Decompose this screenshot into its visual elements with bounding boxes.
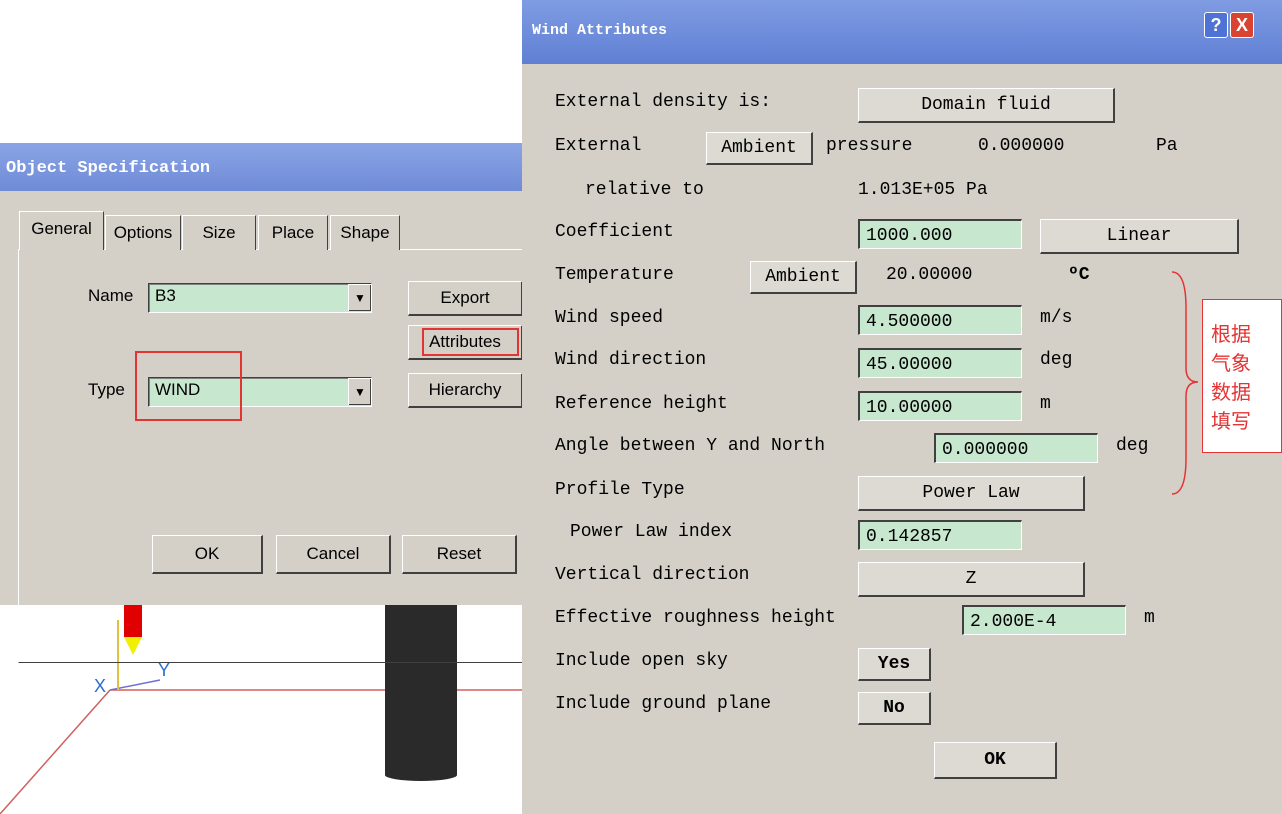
pressure-label: pressure [826, 136, 913, 156]
vertical-direction-label: Vertical direction [555, 565, 750, 585]
cancel-button[interactable]: Cancel [276, 535, 391, 574]
wind-direction-field[interactable]: 45.00000 [858, 348, 1022, 378]
export-button[interactable]: Export [408, 281, 523, 316]
tab-shape[interactable]: Shape [330, 215, 400, 250]
reference-height-unit: m [1040, 394, 1051, 414]
profile-type-button[interactable]: Power Law [858, 476, 1085, 511]
type-label: Type [88, 380, 125, 399]
reset-button[interactable]: Reset [402, 535, 517, 574]
ext-density-button[interactable]: Domain fluid [858, 88, 1115, 123]
chevron-down-icon[interactable]: ▼ [348, 378, 371, 405]
pressure-unit: Pa [1156, 136, 1178, 156]
name-label: Name [88, 286, 134, 305]
close-icon[interactable]: X [1230, 12, 1254, 38]
coefficient-label: Coefficient [555, 222, 674, 242]
highlight-attributes-box [422, 328, 519, 356]
angle-north-field[interactable]: 0.000000 [934, 433, 1098, 463]
wind-direction-label: Wind direction [555, 350, 707, 370]
chevron-down-icon[interactable]: ▼ [348, 284, 371, 311]
power-law-index-field[interactable]: 0.142857 [858, 520, 1022, 550]
roughness-height-unit: m [1144, 608, 1155, 628]
tab-options[interactable]: Options [105, 215, 181, 250]
object-spec-titlebar[interactable]: Object Specification [0, 143, 540, 191]
tab-size[interactable]: Size [182, 215, 256, 250]
angle-north-label: Angle between Y and North [555, 436, 826, 456]
external-label: External [555, 136, 642, 156]
pressure-value: 0.000000 [978, 136, 1065, 156]
relative-to-value: 1.013E+05 Pa [858, 180, 988, 200]
temperature-label: Temperature [555, 265, 674, 285]
annotation-line-4: 填写 [1211, 409, 1251, 433]
temperature-value: 20.00000 [886, 265, 973, 285]
ambient-temperature-button[interactable]: Ambient [750, 261, 857, 294]
wind-titlebar[interactable]: Wind Attributes ? X [522, 0, 1282, 64]
vertical-direction-button[interactable]: Z [858, 562, 1085, 597]
wind-speed-field[interactable]: 4.500000 [858, 305, 1022, 335]
relative-to-label: relative to [585, 180, 704, 200]
open-sky-button[interactable]: Yes [858, 648, 931, 681]
ok-button[interactable]: OK [152, 535, 263, 574]
tab-general[interactable]: General [19, 211, 104, 250]
ext-density-label: External density is: [555, 92, 772, 112]
roughness-height-label: Effective roughness height [555, 608, 836, 628]
open-sky-label: Include open sky [555, 651, 728, 671]
reference-height-label: Reference height [555, 394, 728, 414]
wind-title: Wind Attributes [532, 22, 668, 39]
wind-speed-label: Wind speed [555, 308, 664, 328]
coefficient-field[interactable]: 1000.000 [858, 219, 1022, 249]
wind-ok-button[interactable]: OK [934, 742, 1057, 779]
wind-direction-unit: deg [1040, 350, 1073, 370]
axis-x-label: X [94, 676, 107, 696]
power-law-index-label: Power Law index [570, 522, 733, 542]
reference-height-field[interactable]: 10.00000 [858, 391, 1022, 421]
object-specification-dialog: Object Specification General Options Siz… [0, 143, 541, 663]
object-spec-title: Object Specification [6, 159, 211, 178]
tab-place[interactable]: Place [258, 215, 328, 250]
annotation-line-1: 根据 [1211, 322, 1251, 346]
name-value: B3 [155, 286, 176, 305]
profile-type-label: Profile Type [555, 480, 685, 500]
wind-speed-unit: m/s [1040, 308, 1073, 328]
roughness-height-field[interactable]: 2.000E-4 [962, 605, 1126, 635]
ground-plane-label: Include ground plane [555, 694, 772, 714]
ground-plane-button[interactable]: No [858, 692, 931, 725]
ambient-pressure-button[interactable]: Ambient [706, 132, 813, 165]
axis-y-label: Y [158, 660, 171, 680]
annotation-line-3: 数据 [1211, 380, 1251, 404]
name-combo[interactable]: B3 ▼ [148, 283, 372, 313]
help-icon[interactable]: ? [1204, 12, 1228, 38]
angle-north-unit: deg [1116, 436, 1149, 456]
annotation-line-2: 气象 [1211, 351, 1251, 375]
linear-button[interactable]: Linear [1040, 219, 1239, 254]
temperature-unit: ºC [1068, 265, 1090, 285]
highlight-type-box [135, 351, 242, 421]
hierarchy-button[interactable]: Hierarchy [408, 373, 523, 408]
